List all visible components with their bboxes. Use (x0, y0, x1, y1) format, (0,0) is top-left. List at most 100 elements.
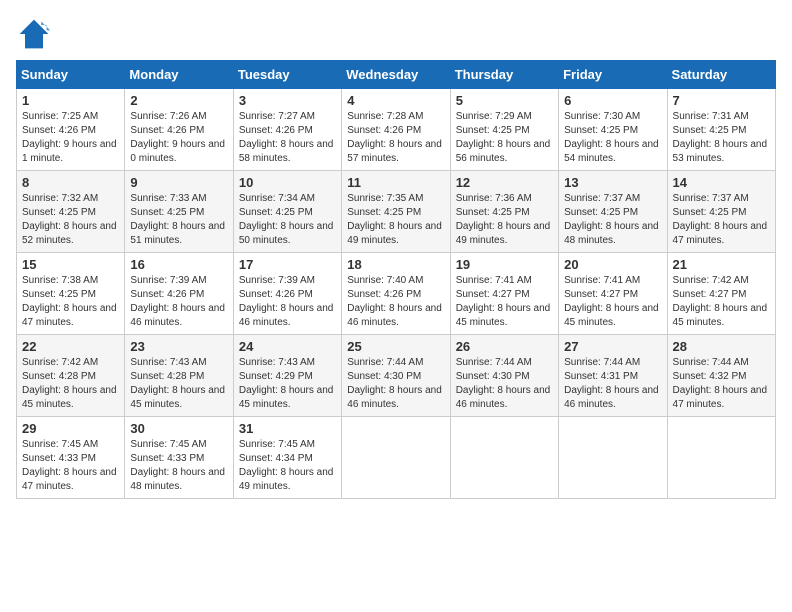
calendar-cell: 13 Sunrise: 7:37 AMSunset: 4:25 PMDayligh… (559, 171, 667, 253)
day-number: 5 (456, 93, 553, 108)
calendar-cell: 8 Sunrise: 7:32 AMSunset: 4:25 PMDaylight… (17, 171, 125, 253)
calendar-header-wednesday: Wednesday (342, 61, 450, 89)
day-detail: Sunrise: 7:38 AMSunset: 4:25 PMDaylight:… (22, 275, 117, 328)
calendar-cell: 5 Sunrise: 7:29 AMSunset: 4:25 PMDaylight… (450, 89, 558, 171)
calendar-week-1: 1Sunrise: 7:25 AMSunset: 4:26 PMDaylight… (17, 89, 776, 171)
calendar-cell: 22 Sunrise: 7:42 AMSunset: 4:28 PMDayligh… (17, 335, 125, 417)
calendar-cell: 16 Sunrise: 7:39 AMSunset: 4:26 PMDayligh… (125, 253, 233, 335)
calendar-cell: 1Sunrise: 7:25 AMSunset: 4:26 PMDaylight… (17, 89, 125, 171)
day-detail: Sunrise: 7:32 AMSunset: 4:25 PMDaylight:… (22, 193, 117, 246)
calendar-cell: 17 Sunrise: 7:39 AMSunset: 4:26 PMDayligh… (233, 253, 341, 335)
calendar-header-sunday: Sunday (17, 61, 125, 89)
logo-icon (16, 16, 52, 52)
day-number: 17 (239, 257, 336, 272)
day-number: 18 (347, 257, 444, 272)
day-number: 7 (673, 93, 770, 108)
calendar-header-row: SundayMondayTuesdayWednesdayThursdayFrid… (17, 61, 776, 89)
day-number: 20 (564, 257, 661, 272)
day-number: 26 (456, 339, 553, 354)
calendar-cell: 23 Sunrise: 7:43 AMSunset: 4:28 PMDayligh… (125, 335, 233, 417)
calendar-header-friday: Friday (559, 61, 667, 89)
day-detail: Sunrise: 7:44 AMSunset: 4:30 PMDaylight:… (347, 357, 442, 410)
day-number: 8 (22, 175, 119, 190)
day-detail: Sunrise: 7:44 AMSunset: 4:31 PMDaylight:… (564, 357, 659, 410)
day-number: 29 (22, 421, 119, 436)
logo (16, 16, 56, 52)
calendar-header-monday: Monday (125, 61, 233, 89)
day-number: 11 (347, 175, 444, 190)
day-detail: Sunrise: 7:45 AMSunset: 4:34 PMDaylight:… (239, 439, 334, 492)
calendar-cell: 9 Sunrise: 7:33 AMSunset: 4:25 PMDaylight… (125, 171, 233, 253)
day-detail: Sunrise: 7:26 AMSunset: 4:26 PMDaylight:… (130, 111, 225, 164)
day-number: 22 (22, 339, 119, 354)
day-number: 30 (130, 421, 227, 436)
day-number: 25 (347, 339, 444, 354)
day-number: 19 (456, 257, 553, 272)
calendar-cell: 4 Sunrise: 7:28 AMSunset: 4:26 PMDaylight… (342, 89, 450, 171)
day-number: 13 (564, 175, 661, 190)
day-number: 15 (22, 257, 119, 272)
day-detail: Sunrise: 7:37 AMSunset: 4:25 PMDaylight:… (564, 193, 659, 246)
day-detail: Sunrise: 7:36 AMSunset: 4:25 PMDaylight:… (456, 193, 551, 246)
calendar-header-tuesday: Tuesday (233, 61, 341, 89)
day-detail: Sunrise: 7:27 AMSunset: 4:26 PMDaylight:… (239, 111, 334, 164)
calendar-table: SundayMondayTuesdayWednesdayThursdayFrid… (16, 60, 776, 499)
day-detail: Sunrise: 7:45 AMSunset: 4:33 PMDaylight:… (130, 439, 225, 492)
calendar-cell: 24 Sunrise: 7:43 AMSunset: 4:29 PMDayligh… (233, 335, 341, 417)
calendar-cell: 21Sunrise: 7:42 AMSunset: 4:27 PMDayligh… (667, 253, 775, 335)
day-number: 1 (22, 93, 119, 108)
calendar-week-2: 8 Sunrise: 7:32 AMSunset: 4:25 PMDaylight… (17, 171, 776, 253)
calendar-cell (342, 417, 450, 499)
calendar-cell: 19 Sunrise: 7:41 AMSunset: 4:27 PMDayligh… (450, 253, 558, 335)
day-detail: Sunrise: 7:42 AMSunset: 4:28 PMDaylight:… (22, 357, 117, 410)
calendar-week-3: 15 Sunrise: 7:38 AMSunset: 4:25 PMDayligh… (17, 253, 776, 335)
day-number: 6 (564, 93, 661, 108)
calendar-cell (450, 417, 558, 499)
day-detail: Sunrise: 7:34 AMSunset: 4:25 PMDaylight:… (239, 193, 334, 246)
day-detail: Sunrise: 7:41 AMSunset: 4:27 PMDaylight:… (564, 275, 659, 328)
day-number: 24 (239, 339, 336, 354)
calendar-week-4: 22 Sunrise: 7:42 AMSunset: 4:28 PMDayligh… (17, 335, 776, 417)
day-detail: Sunrise: 7:43 AMSunset: 4:29 PMDaylight:… (239, 357, 334, 410)
day-detail: Sunrise: 7:37 AMSunset: 4:25 PMDaylight:… (673, 193, 768, 246)
day-number: 2 (130, 93, 227, 108)
day-detail: Sunrise: 7:41 AMSunset: 4:27 PMDaylight:… (456, 275, 551, 328)
day-detail: Sunrise: 7:39 AMSunset: 4:26 PMDaylight:… (130, 275, 225, 328)
calendar-cell: 18 Sunrise: 7:40 AMSunset: 4:26 PMDayligh… (342, 253, 450, 335)
day-detail: Sunrise: 7:44 AMSunset: 4:30 PMDaylight:… (456, 357, 551, 410)
calendar-cell: 6 Sunrise: 7:30 AMSunset: 4:25 PMDaylight… (559, 89, 667, 171)
calendar-cell: 29 Sunrise: 7:45 AMSunset: 4:33 PMDayligh… (17, 417, 125, 499)
day-number: 31 (239, 421, 336, 436)
calendar-cell: 7 Sunrise: 7:31 AMSunset: 4:25 PMDaylight… (667, 89, 775, 171)
calendar-cell (559, 417, 667, 499)
day-detail: Sunrise: 7:39 AMSunset: 4:26 PMDaylight:… (239, 275, 334, 328)
calendar-cell: 31 Sunrise: 7:45 AMSunset: 4:34 PMDayligh… (233, 417, 341, 499)
day-number: 9 (130, 175, 227, 190)
calendar-cell: 11 Sunrise: 7:35 AMSunset: 4:25 PMDayligh… (342, 171, 450, 253)
day-detail: Sunrise: 7:33 AMSunset: 4:25 PMDaylight:… (130, 193, 225, 246)
day-detail: Sunrise: 7:28 AMSunset: 4:26 PMDaylight:… (347, 111, 442, 164)
page-header (16, 16, 776, 52)
day-detail: Sunrise: 7:43 AMSunset: 4:28 PMDaylight:… (130, 357, 225, 410)
calendar-cell: 12 Sunrise: 7:36 AMSunset: 4:25 PMDayligh… (450, 171, 558, 253)
day-detail: Sunrise: 7:31 AMSunset: 4:25 PMDaylight:… (673, 111, 768, 164)
calendar-cell: 15 Sunrise: 7:38 AMSunset: 4:25 PMDayligh… (17, 253, 125, 335)
calendar-cell: 10Sunrise: 7:34 AMSunset: 4:25 PMDayligh… (233, 171, 341, 253)
calendar-header-saturday: Saturday (667, 61, 775, 89)
day-detail: Sunrise: 7:35 AMSunset: 4:25 PMDaylight:… (347, 193, 442, 246)
day-detail: Sunrise: 7:30 AMSunset: 4:25 PMDaylight:… (564, 111, 659, 164)
day-detail: Sunrise: 7:40 AMSunset: 4:26 PMDaylight:… (347, 275, 442, 328)
day-number: 16 (130, 257, 227, 272)
day-number: 21 (673, 257, 770, 272)
day-detail: Sunrise: 7:45 AMSunset: 4:33 PMDaylight:… (22, 439, 117, 492)
day-number: 23 (130, 339, 227, 354)
calendar-week-5: 29 Sunrise: 7:45 AMSunset: 4:33 PMDayligh… (17, 417, 776, 499)
day-detail: Sunrise: 7:29 AMSunset: 4:25 PMDaylight:… (456, 111, 551, 164)
calendar-cell: 28Sunrise: 7:44 AMSunset: 4:32 PMDayligh… (667, 335, 775, 417)
calendar-cell: 30 Sunrise: 7:45 AMSunset: 4:33 PMDayligh… (125, 417, 233, 499)
day-number: 4 (347, 93, 444, 108)
calendar-cell: 14Sunrise: 7:37 AMSunset: 4:25 PMDayligh… (667, 171, 775, 253)
calendar-header-thursday: Thursday (450, 61, 558, 89)
day-number: 12 (456, 175, 553, 190)
day-number: 28 (673, 339, 770, 354)
